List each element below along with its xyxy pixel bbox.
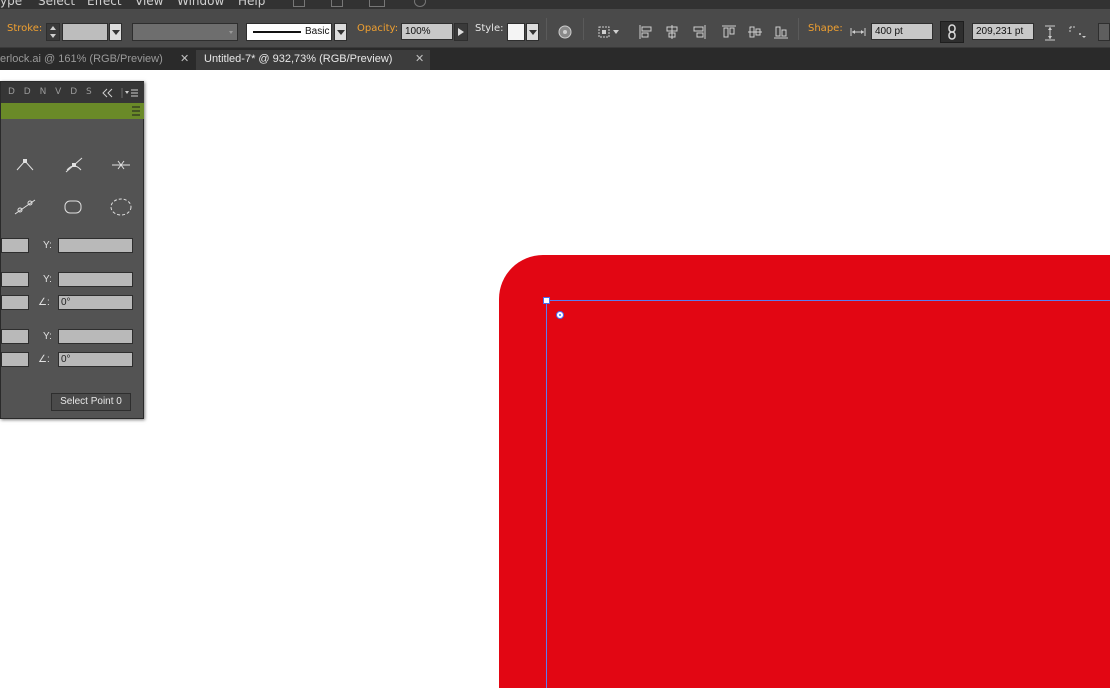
- brush-dropdown[interactable]: [334, 23, 347, 41]
- separator: [798, 18, 799, 40]
- arrange-documents-icon[interactable]: [369, 0, 385, 7]
- collapse-icon[interactable]: [102, 88, 114, 98]
- style-label: Style:: [475, 23, 504, 34]
- menu-window[interactable]: Window: [177, 0, 224, 8]
- anchor-point-handle[interactable]: [543, 297, 550, 304]
- opacity-label[interactable]: Opacity:: [357, 23, 398, 34]
- height-icon: [1042, 24, 1058, 46]
- align-left-icon[interactable]: [638, 24, 654, 44]
- stepper-arrows-icon: [50, 26, 56, 38]
- align-to-selection-icon[interactable]: [597, 24, 621, 44]
- length-field-1[interactable]: [1, 295, 29, 310]
- play-arrow-icon: [458, 28, 464, 36]
- hamburger-icon[interactable]: [132, 106, 140, 116]
- menu-bar: ype Select Effect View Window Help: [0, 0, 1110, 9]
- graphic-style-dropdown[interactable]: [526, 23, 539, 41]
- select-point-button[interactable]: Select Point 0: [51, 393, 131, 411]
- control-panel-menu-icon[interactable]: [1098, 23, 1110, 41]
- close-path-icon[interactable]: [62, 198, 84, 216]
- menu-help[interactable]: Help: [238, 0, 265, 8]
- align-horizontal-center-icon[interactable]: [664, 24, 680, 44]
- stroke-weight-field[interactable]: [62, 23, 108, 41]
- gpu-performance-icon[interactable]: [414, 0, 426, 7]
- stroke-weight-dropdown[interactable]: [109, 23, 122, 41]
- align-bottom-icon[interactable]: [773, 24, 789, 44]
- recolor-artwork-icon[interactable]: [557, 24, 573, 44]
- length-field-2[interactable]: [1, 352, 29, 367]
- control-bar: Stroke: Basic Opacity: 100% Style: Shape…: [0, 9, 1110, 48]
- floating-panel: D D N V D S Y: Y: ∠: 0° Y: ∠: 0° Select: [0, 81, 144, 419]
- brush-label: Basic: [305, 26, 330, 37]
- shape-label[interactable]: Shape:: [808, 23, 843, 34]
- y-field-2[interactable]: [58, 272, 133, 287]
- variable-width-profile[interactable]: [132, 23, 238, 41]
- angle-label-1: ∠:: [38, 297, 50, 308]
- opacity-slider-button[interactable]: [454, 23, 468, 41]
- smooth-point-icon[interactable]: [64, 156, 84, 174]
- angle-field-2[interactable]: 0°: [58, 352, 133, 367]
- menu-view[interactable]: View: [135, 0, 163, 8]
- corner-point-icon[interactable]: [16, 158, 34, 172]
- x-field-2[interactable]: [1, 272, 29, 287]
- align-vertical-center-icon[interactable]: [747, 24, 763, 44]
- graphic-style-swatch[interactable]: [507, 23, 525, 41]
- bridge-icon[interactable]: [293, 0, 305, 7]
- y-field-1[interactable]: [58, 238, 133, 253]
- tab-document-1[interactable]: erlock.ai @ 161% (RGB/Preview) ✕: [0, 50, 194, 70]
- opacity-field[interactable]: 100%: [401, 23, 453, 40]
- x-field-1[interactable]: [1, 238, 29, 253]
- tab-document-2[interactable]: Untitled-7* @ 932,73% (RGB/Preview) ✕: [196, 50, 430, 70]
- stroke-label[interactable]: Stroke:: [7, 23, 42, 34]
- stock-icon[interactable]: [331, 0, 343, 7]
- x-field-3[interactable]: [1, 329, 29, 344]
- width-field[interactable]: 400 pt: [871, 23, 933, 40]
- menu-type[interactable]: ype: [0, 0, 22, 8]
- tab-label: Untitled-7* @ 932,73% (RGB/Preview): [204, 53, 393, 65]
- panel-menu-icon[interactable]: [121, 88, 139, 98]
- bounding-box-left-edge: [546, 300, 547, 688]
- separator: [546, 18, 547, 40]
- y-field-3[interactable]: [58, 329, 133, 344]
- align-top-icon[interactable]: [721, 24, 737, 44]
- panel-title-strip: [1, 103, 144, 119]
- angle-label-2: ∠:: [38, 354, 50, 365]
- join-points-icon[interactable]: [14, 198, 36, 216]
- constrain-proportions-button[interactable]: [940, 21, 964, 43]
- height-field[interactable]: 209,231 pt: [972, 23, 1034, 40]
- illustrator-window: ype Select Effect View Window Help Strok…: [0, 0, 1110, 688]
- menu-effect[interactable]: Effect: [87, 0, 122, 8]
- rounded-rectangle-shape[interactable]: [499, 255, 1110, 688]
- live-corner-widget[interactable]: [556, 311, 564, 319]
- angle-field-1[interactable]: 0°: [58, 295, 133, 310]
- tab-label: erlock.ai @ 161% (RGB/Preview): [0, 53, 163, 65]
- menu-select[interactable]: Select: [38, 0, 75, 8]
- document-tab-bar: erlock.ai @ 161% (RGB/Preview) ✕ Untitle…: [0, 48, 1110, 70]
- break-path-icon[interactable]: [111, 160, 131, 170]
- transform-options-icon[interactable]: [1068, 24, 1088, 44]
- close-icon[interactable]: ✕: [415, 50, 424, 69]
- width-icon: [849, 24, 867, 44]
- stroke-weight-stepper[interactable]: [46, 23, 60, 41]
- link-icon: [948, 24, 956, 40]
- brush-definition[interactable]: Basic: [246, 23, 332, 41]
- ellipse-points-icon[interactable]: [109, 197, 133, 217]
- panel-header[interactable]: D D N V D S: [1, 82, 144, 103]
- bounding-box-top-edge: [546, 300, 1110, 301]
- close-icon[interactable]: ✕: [180, 50, 189, 69]
- y-label-3: Y:: [43, 331, 52, 342]
- separator: [583, 18, 584, 40]
- panel-tab-letters: D D N V D S: [8, 87, 95, 97]
- brush-stroke-preview: [253, 31, 301, 33]
- y-label-1: Y:: [43, 240, 52, 251]
- align-right-icon[interactable]: [691, 24, 707, 44]
- y-label-2: Y:: [43, 274, 52, 285]
